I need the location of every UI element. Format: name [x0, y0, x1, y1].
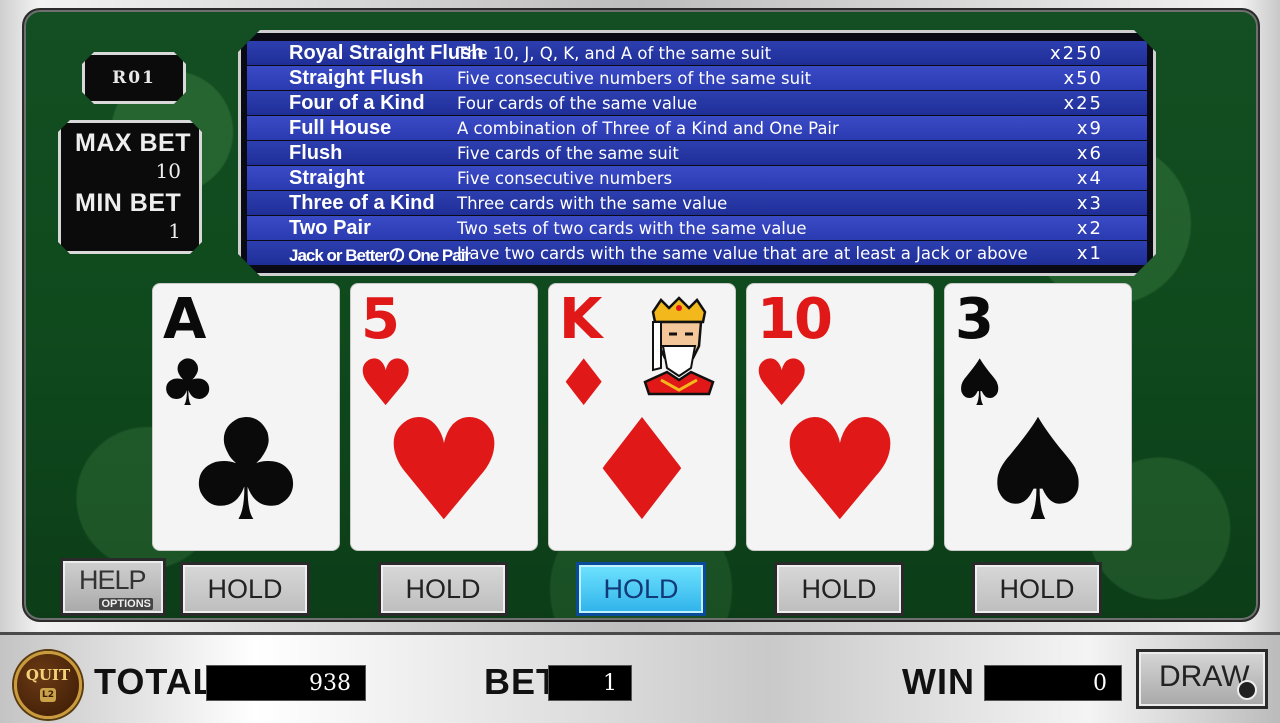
playing-card[interactable]: 10 ♥ ♥: [746, 283, 934, 551]
heart-icon: ♥: [381, 390, 507, 553]
quit-button[interactable]: QUIT L2: [14, 651, 82, 719]
total-label: TOTAL: [94, 661, 216, 702]
hold-label: HOLD: [207, 573, 283, 604]
hand-description: Five consecutive numbers: [457, 168, 673, 188]
hold-label: HOLD: [405, 573, 481, 604]
draw-button[interactable]: DRAW: [1136, 649, 1268, 709]
paytable: Royal Straight Flush The 10, J, Q, K, an…: [238, 30, 1156, 276]
spade-icon: ♠: [975, 390, 1101, 553]
hold-label: HOLD: [999, 573, 1075, 604]
paytable-row: Full House A combination of Three of a K…: [247, 116, 1147, 140]
hand-multiplier: x2: [1076, 217, 1103, 239]
bet-value: 1: [548, 665, 632, 701]
hand-multiplier: x25: [1063, 92, 1103, 114]
hand-description: Five cards of the same suit: [457, 143, 679, 163]
playing-card[interactable]: 3 ♠ ♠: [944, 283, 1132, 551]
max-bet-value: 10: [155, 159, 181, 183]
hand-name: Full House: [289, 116, 392, 139]
hand-multiplier: x6: [1076, 142, 1103, 164]
playing-card[interactable]: K ♦ ♦: [548, 283, 736, 551]
bet-limits-panel: MAX BET 10 MIN BET 1: [58, 120, 202, 254]
paytable-row: Straight Five consecutive numbers x4: [247, 166, 1147, 190]
draw-label: DRAW: [1159, 660, 1250, 693]
status-bar: QUIT L2 TOTAL 938 BET 1 WIN 0 DRAW: [0, 632, 1280, 723]
circle-key-icon: [1237, 680, 1257, 700]
hand-multiplier: x1: [1076, 242, 1103, 264]
hand-multiplier: x50: [1063, 67, 1103, 89]
hold-button-1[interactable]: HOLD: [180, 562, 310, 616]
hand-name: Straight: [289, 166, 365, 189]
hand-name: Flush: [289, 141, 343, 164]
hold-label: HOLD: [603, 573, 679, 604]
hand-multiplier: x9: [1076, 117, 1103, 139]
paytable-row: Royal Straight Flush The 10, J, Q, K, an…: [247, 41, 1147, 65]
win-value: 0: [984, 665, 1122, 701]
hand-description: Five consecutive numbers of the same sui…: [457, 68, 812, 88]
hand-name: Three of a Kind: [289, 191, 435, 214]
hand-multiplier: x250: [1049, 42, 1103, 64]
hold-button-5[interactable]: HOLD: [972, 562, 1102, 616]
hand-description: The 10, J, Q, K, and A of the same suit: [457, 43, 772, 63]
paytable-row: Two Pair Two sets of two cards with the …: [247, 216, 1147, 240]
hand-description: Have two cards with the same value that …: [457, 243, 1028, 263]
hand-multiplier: x4: [1076, 167, 1103, 189]
hand-description: Two sets of two cards with the same valu…: [457, 218, 807, 238]
paytable-row: Straight Flush Five consecutive numbers …: [247, 66, 1147, 90]
paytable-row: Four of a Kind Four cards of the same va…: [247, 91, 1147, 115]
hand-name: Four of a Kind: [289, 91, 425, 114]
game-table: R01 MAX BET 10 MIN BET 1 Royal Straight …: [22, 8, 1260, 622]
help-options-button[interactable]: HELP OPTIONS: [60, 558, 166, 616]
hand-name: Two Pair: [289, 216, 371, 239]
heart-icon: ♥: [777, 390, 903, 553]
win-label: WIN: [902, 661, 975, 702]
paytable-row: Jack or Betterの One Pair Have two cards …: [247, 241, 1147, 265]
card-rank: 10: [757, 287, 833, 352]
hold-button-3[interactable]: HOLD: [576, 562, 706, 616]
l2-key-icon: L2: [40, 688, 56, 702]
machine-frame: R01 MAX BET 10 MIN BET 1 Royal Straight …: [0, 0, 1280, 632]
hand-name: Jack or Betterの One Pair: [289, 245, 471, 265]
king-icon: [643, 296, 715, 396]
hand-multiplier: x3: [1076, 192, 1103, 214]
hold-label: HOLD: [801, 573, 877, 604]
quit-label: QUIT: [25, 666, 71, 684]
round-indicator: R01: [82, 52, 186, 104]
card-rank: 5: [361, 287, 400, 352]
hand-description: Three cards with the same value: [457, 193, 728, 213]
playing-card[interactable]: A ♣ ♣: [152, 283, 340, 551]
club-icon: ♣: [183, 390, 309, 553]
paytable-row: Three of a Kind Three cards with the sam…: [247, 191, 1147, 215]
hand-name: Straight Flush: [289, 66, 424, 89]
hand-description: A combination of Three of a Kind and One…: [457, 118, 839, 138]
hand-description: Four cards of the same value: [457, 93, 698, 113]
total-value: 938: [206, 665, 366, 701]
options-label: OPTIONS: [99, 598, 153, 610]
max-bet-label: MAX BET: [75, 129, 191, 157]
hand-name: Royal Straight Flush: [289, 41, 484, 64]
card-rank: A: [163, 287, 206, 352]
card-rank: 3: [955, 287, 994, 352]
playing-card[interactable]: 5 ♥ ♥: [350, 283, 538, 551]
round-label: R01: [112, 68, 156, 88]
min-bet-value: 1: [168, 219, 181, 243]
card-rank: K: [559, 287, 602, 352]
min-bet-label: MIN BET: [75, 189, 182, 217]
diamond-icon: ♦: [579, 390, 705, 553]
hold-button-2[interactable]: HOLD: [378, 562, 508, 616]
paytable-row: Flush Five cards of the same suit x6: [247, 141, 1147, 165]
help-label: HELP: [79, 565, 147, 595]
hold-button-4[interactable]: HOLD: [774, 562, 904, 616]
